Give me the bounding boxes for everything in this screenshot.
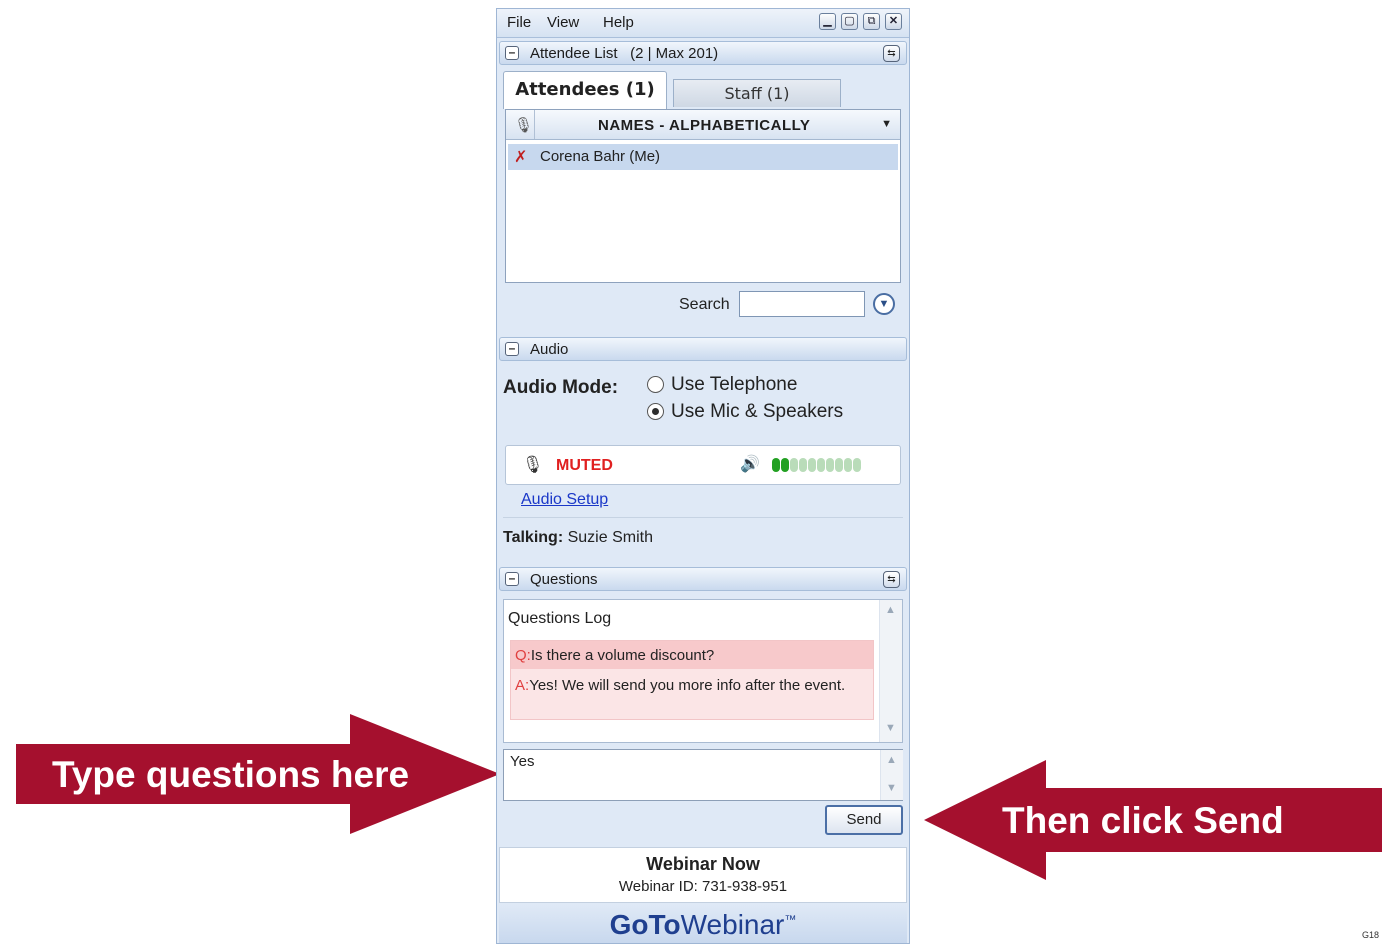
right-callout-text: Then click Send [1002, 800, 1284, 841]
audio-header: – Audio [499, 337, 907, 361]
mic-status-box: 🎙 MUTED 🔊 [505, 445, 901, 485]
scroll-up-icon[interactable]: ▲ [885, 604, 896, 616]
attendee-name: Corena Bahr (Me) [540, 148, 661, 165]
telephone-option-label[interactable]: Use Telephone [671, 374, 797, 396]
audio-title: Audio [530, 341, 569, 358]
popout-button[interactable]: ⧉ [863, 13, 880, 30]
mic-column-icon: 🎙 [514, 117, 534, 134]
attendee-count: (2 | Max 201) [630, 45, 719, 62]
attendee-popout-icon[interactable]: ⇆ [883, 45, 900, 62]
close-button[interactable]: ✕ [885, 13, 902, 30]
menu-bar: File View Help ▁ ▢ ⧉ ✕ [497, 9, 909, 38]
search-input[interactable] [739, 291, 865, 317]
audio-setup-link[interactable]: Audio Setup [521, 491, 608, 509]
scroll-down-icon[interactable]: ▼ [885, 722, 896, 734]
search-options-icon[interactable]: ▼ [873, 293, 895, 315]
menu-help[interactable]: Help [603, 14, 634, 31]
list-item[interactable]: ✗ Corena Bahr (Me) [508, 144, 898, 170]
audio-level-meter [772, 458, 861, 477]
sort-label: NAMES - ALPHABETICALLY [598, 117, 811, 134]
talking-name: Suzie Smith [567, 529, 653, 546]
tab-attendees[interactable]: Attendees (1) [503, 71, 667, 109]
questions-log-title: Questions Log [508, 610, 612, 627]
webinar-title: Webinar Now [646, 854, 760, 874]
webinar-id: Webinar ID: 731-938-951 [618, 878, 788, 895]
gotowebinar-logo: GoToWebinar™ [609, 909, 797, 940]
mic-speakers-radio[interactable] [647, 403, 664, 420]
menu-view[interactable]: View [547, 14, 579, 31]
brand-bar: GoToWebinar™ [499, 905, 907, 943]
webinar-info: Webinar Now Webinar ID: 731-938-951 [499, 847, 907, 903]
qa-entry: Q:Is there a volume discount? A:Yes! We … [510, 640, 874, 720]
questions-popout-icon[interactable]: ⇆ [883, 571, 900, 588]
telephone-radio[interactable] [647, 376, 664, 393]
collapse-attendee-icon[interactable]: – [505, 46, 519, 60]
log-scrollbar[interactable]: ▲ ▼ [879, 600, 902, 742]
sort-dropdown[interactable]: 🎙 NAMES - ALPHABETICALLY ▼ [506, 110, 900, 140]
gotowebinar-control-panel: File View Help ▁ ▢ ⧉ ✕ – Attendee List (… [496, 8, 910, 944]
scroll-down-icon[interactable]: ▼ [886, 782, 897, 794]
entry-scrollbar[interactable]: ▲ ▼ [880, 750, 903, 800]
attendee-list-title: Attendee List (2 | Max 201) [530, 45, 719, 62]
chevron-down-icon: ▼ [881, 118, 892, 130]
send-button[interactable]: Send [825, 805, 903, 835]
left-callout-text: Type questions here [52, 754, 410, 795]
figure-code: G18 [1362, 930, 1380, 940]
muted-mic-icon: ✗ [514, 149, 528, 166]
search-label: Search [679, 296, 730, 313]
restore-button[interactable]: ▢ [841, 13, 858, 30]
mic-speakers-option-label[interactable]: Use Mic & Speakers [671, 401, 843, 423]
attendee-list: 🎙 NAMES - ALPHABETICALLY ▼ ✗ Corena Bahr… [505, 109, 901, 283]
collapse-questions-icon[interactable]: – [505, 572, 519, 586]
tab-staff[interactable]: Staff (1) [673, 79, 841, 107]
questions-title: Questions [530, 571, 598, 588]
questions-log: Questions Log Q:Is there a volume discou… [503, 599, 903, 743]
audio-mode-label: Audio Mode: [503, 377, 619, 398]
questions-header: – Questions ⇆ [499, 567, 907, 591]
talking-status: Talking: Suzie Smith [503, 529, 653, 546]
attendee-list-header: – Attendee List (2 | Max 201) ⇆ [499, 41, 907, 65]
microphone-icon[interactable]: 🎙 [522, 455, 544, 475]
muted-status: MUTED [556, 457, 613, 474]
speaker-icon: 🔊 [740, 456, 760, 473]
answer-text: A:Yes! We will send you more info after … [515, 677, 846, 694]
scroll-up-icon[interactable]: ▲ [886, 754, 897, 766]
question-input[interactable]: Yes [503, 749, 903, 801]
minimize-button[interactable]: ▁ [819, 13, 836, 30]
question-text: Q:Is there a volume discount? [515, 647, 715, 664]
menu-file[interactable]: File [507, 14, 531, 31]
collapse-audio-icon[interactable]: – [505, 342, 519, 356]
